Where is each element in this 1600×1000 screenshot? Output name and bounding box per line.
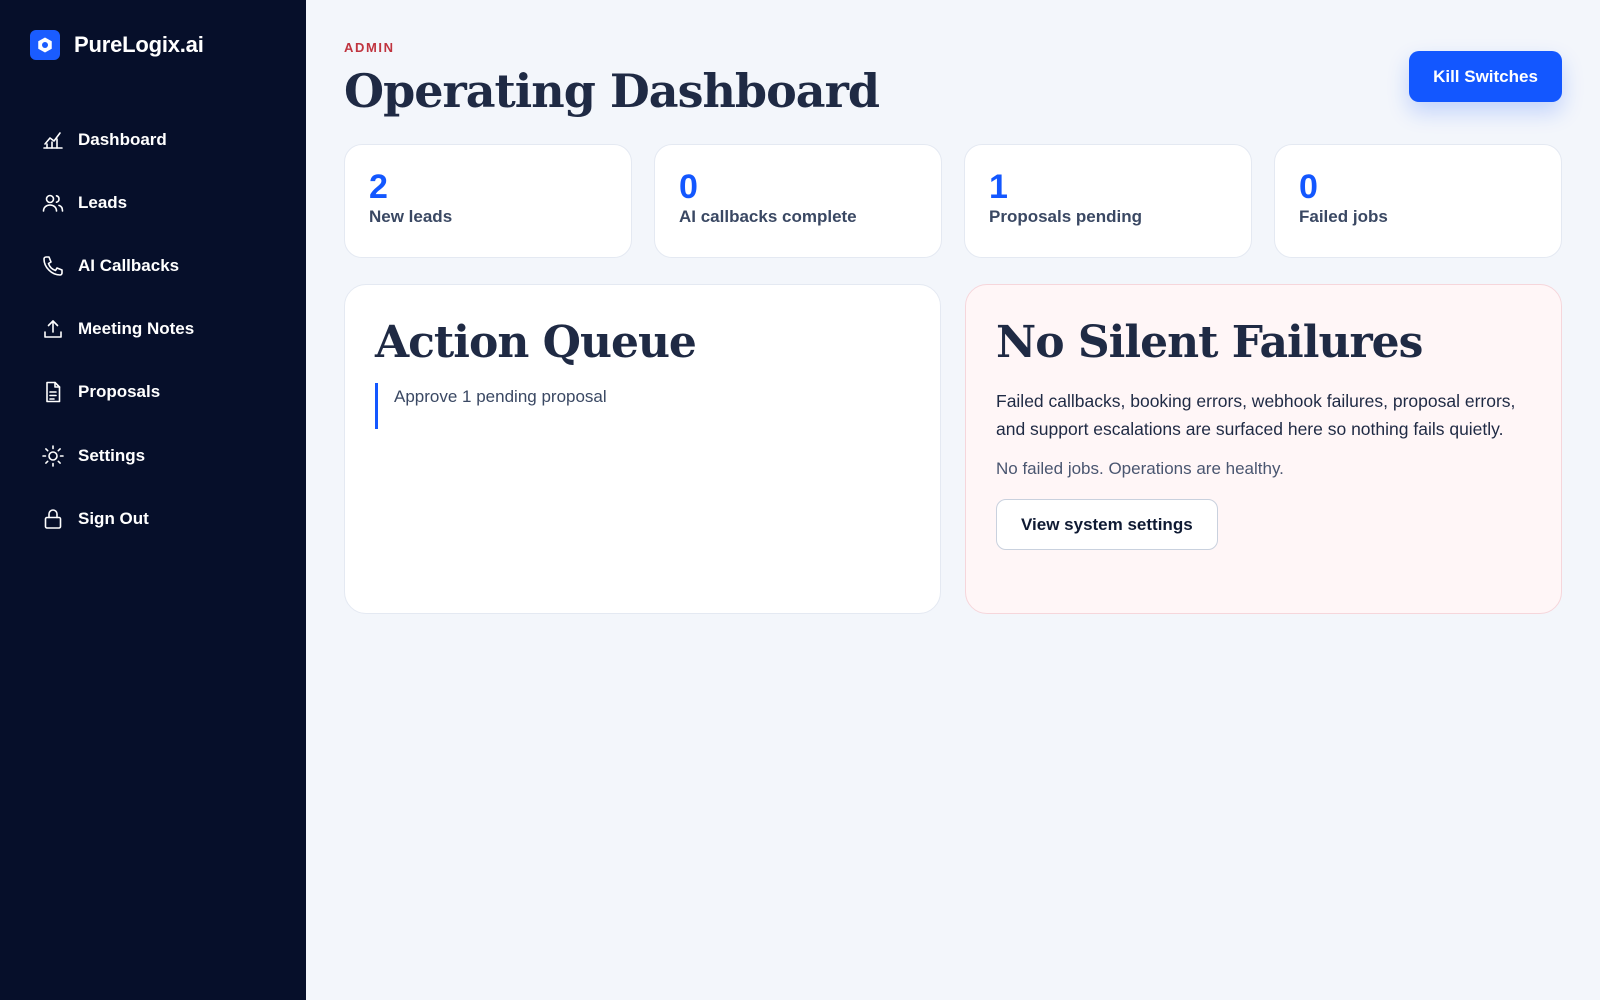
stat-card-ai-callbacks: 0 AI callbacks complete bbox=[654, 144, 942, 258]
stats-row: 2 New leads 0 AI callbacks complete 1 Pr… bbox=[344, 144, 1562, 258]
upload-icon bbox=[40, 316, 66, 342]
document-icon bbox=[40, 379, 66, 405]
sidebar-item-ai-callbacks[interactable]: AI Callbacks bbox=[30, 234, 280, 297]
hexagon-icon bbox=[30, 30, 60, 60]
phone-icon bbox=[40, 253, 66, 279]
users-icon bbox=[40, 190, 66, 216]
stat-label: New leads bbox=[369, 207, 453, 226]
stat-value: 1 bbox=[989, 168, 1008, 206]
sidebar-item-label: Dashboard bbox=[78, 129, 167, 149]
sidebar: PureLogix.ai Dashboard Leads AI Callback… bbox=[0, 0, 306, 1000]
failures-title: No Silent Failures bbox=[996, 317, 1423, 368]
action-queue-panel: Action Queue Approve 1 pending proposal bbox=[344, 284, 941, 614]
brand-name: PureLogix.ai bbox=[74, 32, 204, 57]
sidebar-item-meeting-notes[interactable]: Meeting Notes bbox=[30, 298, 280, 361]
sidebar-item-label: Sign Out bbox=[78, 508, 149, 528]
queue-item[interactable]: Approve 1 pending proposal bbox=[375, 383, 910, 429]
stat-value: 0 bbox=[1299, 168, 1318, 206]
stat-value: 2 bbox=[369, 168, 388, 206]
sidebar-item-label: AI Callbacks bbox=[78, 255, 180, 275]
stat-value: 0 bbox=[679, 168, 698, 206]
stat-card-new-leads: 2 New leads bbox=[344, 144, 632, 258]
stat-card-failed-jobs: 0 Failed jobs bbox=[1274, 144, 1562, 258]
failures-panel: No Silent Failures Failed callbacks, boo… bbox=[965, 284, 1562, 614]
sidebar-item-proposals[interactable]: Proposals bbox=[30, 361, 280, 424]
stat-label: Proposals pending bbox=[989, 207, 1143, 226]
sidebar-item-leads[interactable]: Leads bbox=[30, 171, 280, 234]
page-eyebrow: ADMIN bbox=[344, 40, 395, 55]
view-system-settings-button[interactable]: View system settings bbox=[996, 499, 1218, 550]
sidebar-item-sign-out[interactable]: Sign Out bbox=[30, 487, 280, 550]
sidebar-nav: Dashboard Leads AI Callbacks Meeting Not… bbox=[30, 108, 280, 550]
sidebar-item-dashboard[interactable]: Dashboard bbox=[30, 108, 280, 171]
panels-row: Action Queue Approve 1 pending proposal … bbox=[344, 284, 1562, 614]
sidebar-item-settings[interactable]: Settings bbox=[30, 424, 280, 487]
chart-icon bbox=[40, 127, 66, 153]
sidebar-item-label: Settings bbox=[78, 445, 146, 465]
stat-card-proposals-pending: 1 Proposals pending bbox=[964, 144, 1252, 258]
main-content: ADMIN Operating Dashboard Kill Switches … bbox=[306, 0, 1600, 1000]
failures-description: Failed callbacks, booking errors, webhoo… bbox=[996, 391, 1516, 439]
sun-icon bbox=[40, 443, 66, 469]
sidebar-item-label: Leads bbox=[78, 192, 128, 212]
stat-label: AI callbacks complete bbox=[679, 207, 857, 226]
action-queue-title: Action Queue bbox=[375, 317, 697, 368]
page-title: Operating Dashboard bbox=[344, 64, 880, 118]
brand[interactable]: PureLogix.ai bbox=[30, 30, 204, 60]
stat-label: Failed jobs bbox=[1299, 207, 1388, 226]
kill-switches-button[interactable]: Kill Switches bbox=[1409, 51, 1562, 102]
sidebar-item-label: Proposals bbox=[78, 382, 161, 402]
sidebar-item-label: Meeting Notes bbox=[78, 319, 195, 339]
failures-status: No failed jobs. Operations are healthy. bbox=[996, 459, 1284, 478]
lock-icon bbox=[40, 506, 66, 532]
